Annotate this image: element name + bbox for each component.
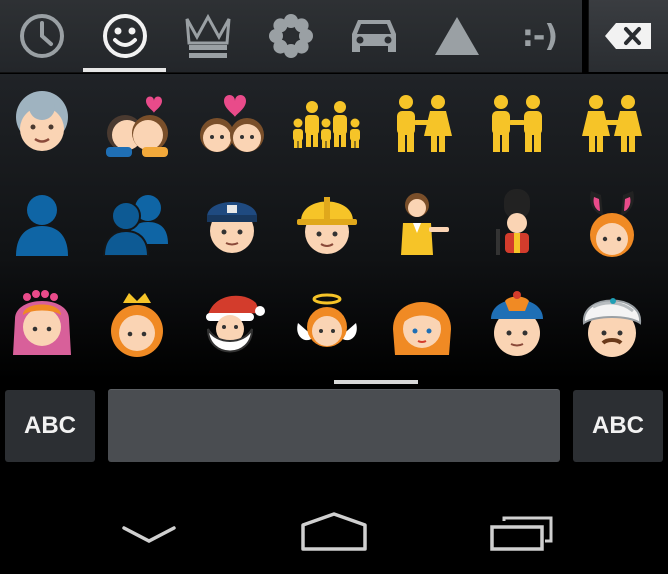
emoji-person-with-blond-hair[interactable] <box>374 274 469 374</box>
emoji-princess[interactable] <box>89 274 184 374</box>
tab-people[interactable] <box>83 0 166 72</box>
emoji-category-bar: :-) <box>0 0 582 73</box>
emoji-couple-with-heart[interactable] <box>184 74 279 174</box>
clock-recent-icon <box>19 14 64 58</box>
emoji-family[interactable] <box>279 74 374 174</box>
flower-icon <box>268 14 313 58</box>
keyboard-bottom-bar: ABC ABC <box>0 384 668 470</box>
space-bar[interactable] <box>108 389 560 462</box>
emoji-two-men-holding-hands[interactable] <box>469 74 564 174</box>
emoji-grid <box>0 74 668 380</box>
emoji-bride-with-veil[interactable] <box>0 274 89 374</box>
abc-left-button[interactable]: ABC <box>5 390 95 462</box>
emoji-kiss[interactable] <box>89 74 184 174</box>
emoji-construction-worker[interactable] <box>279 174 374 274</box>
system-navigation-bar <box>0 470 668 574</box>
tab-objects[interactable] <box>166 0 249 72</box>
delete-button[interactable] <box>588 0 668 72</box>
emoji-baby-angel[interactable] <box>279 274 374 374</box>
emoji-two-women-holding-hands[interactable] <box>564 74 659 174</box>
tab-symbols[interactable] <box>415 0 498 72</box>
smiley-icon <box>102 14 147 58</box>
emoji-guardsman[interactable] <box>469 174 564 274</box>
emoji-busts-in-silhouette[interactable] <box>89 174 184 274</box>
home-icon <box>301 512 367 551</box>
emoji-bust-in-silhouette[interactable] <box>0 174 89 274</box>
triangle-symbols-icon <box>434 17 479 55</box>
emoji-information-desk-person[interactable] <box>374 174 469 274</box>
back-button[interactable] <box>118 520 180 550</box>
tab-emoticons[interactable]: :-) <box>498 0 581 72</box>
emoji-police-officer[interactable] <box>184 174 279 274</box>
car-icon <box>351 20 396 52</box>
tab-recent[interactable] <box>0 0 83 72</box>
emoji-man-and-woman-holding-hands[interactable] <box>374 74 469 174</box>
tab-nature[interactable] <box>249 0 332 72</box>
emoji-man-with-turban[interactable] <box>564 274 659 374</box>
recent-apps-icon <box>490 516 553 551</box>
tab-places[interactable] <box>332 0 415 72</box>
emoji-santa-claus[interactable] <box>184 274 279 374</box>
backspace-icon <box>605 23 651 49</box>
emoji-woman-with-bunny-ears[interactable] <box>564 174 659 274</box>
crown-icon <box>185 13 230 58</box>
home-button[interactable] <box>297 508 371 554</box>
emoticon-text-icon: :-) <box>521 18 558 54</box>
recent-apps-button[interactable] <box>486 512 556 554</box>
emoji-older-woman[interactable] <box>0 74 89 174</box>
back-chevron-icon <box>122 526 176 543</box>
emoji-man-with-gua-pi-mao[interactable] <box>469 274 564 374</box>
abc-right-button[interactable]: ABC <box>573 390 663 462</box>
